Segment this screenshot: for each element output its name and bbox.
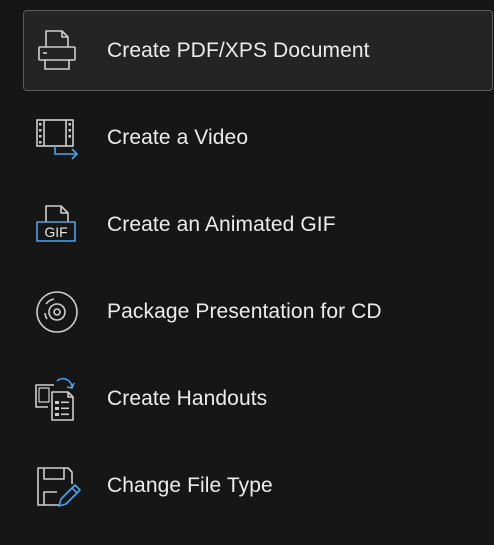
menu-item-create-handouts[interactable]: Create Handouts [23, 358, 493, 439]
menu-item-create-animated-gif[interactable]: GIF Create an Animated GIF [23, 184, 493, 265]
gif-badge-text: GIF [44, 224, 67, 240]
gif-file-icon: GIF [32, 200, 82, 250]
menu-item-label: Create a Video [107, 125, 249, 149]
menu-item-create-pdf-xps[interactable]: Create PDF/XPS Document [23, 10, 493, 91]
menu-item-label: Change File Type [107, 473, 273, 497]
menu-item-package-for-cd[interactable]: Package Presentation for CD [23, 271, 493, 352]
cd-disc-icon [32, 287, 82, 337]
menu-item-label: Create an Animated GIF [107, 212, 336, 236]
menu-item-label: Package Presentation for CD [107, 299, 382, 323]
printer-icon [32, 26, 82, 76]
menu-item-create-video[interactable]: Create a Video [23, 97, 493, 178]
video-export-icon [32, 113, 82, 163]
save-as-edit-icon [32, 461, 82, 511]
handouts-icon [32, 374, 82, 424]
export-options-menu: Create PDF/XPS Document Create a Video G… [0, 0, 494, 545]
menu-item-label: Create PDF/XPS Document [107, 38, 370, 62]
menu-item-label: Create Handouts [107, 386, 268, 410]
menu-item-change-file-type[interactable]: Change File Type [23, 445, 493, 526]
